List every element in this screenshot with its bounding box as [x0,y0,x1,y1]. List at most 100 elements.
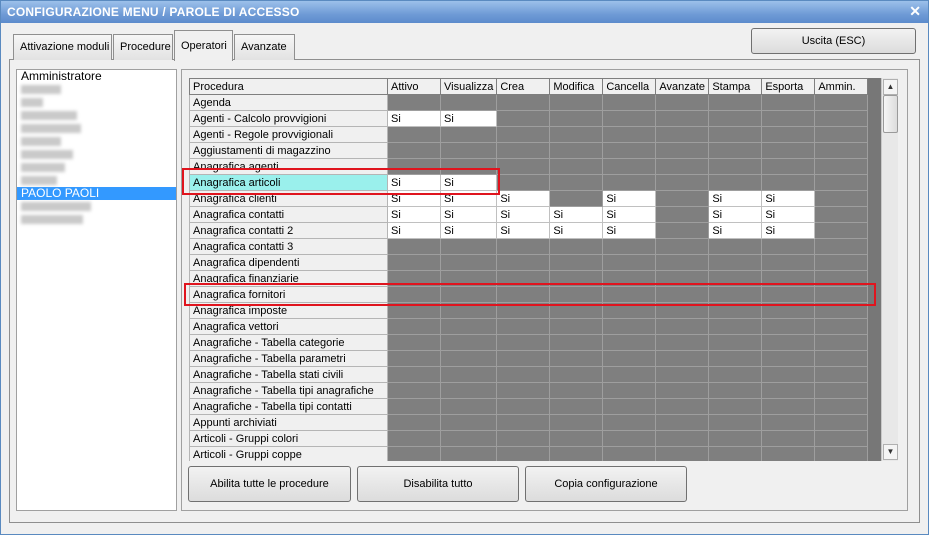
permission-cell[interactable] [496,430,551,447]
permission-cell[interactable]: Si [439,174,498,191]
procedure-cell[interactable]: Anagrafiche - Tabella parametri [189,350,388,367]
procedure-cell[interactable]: Anagrafiche - Tabella tipi contatti [189,398,388,415]
permission-cell[interactable] [496,350,551,367]
permission-cell[interactable]: Si [387,222,441,239]
permission-cell[interactable] [602,94,657,111]
permission-cell[interactable] [761,126,816,143]
permission-cell[interactable] [814,222,869,239]
permission-cell[interactable] [439,382,498,399]
permission-cell[interactable] [387,398,441,415]
permission-cell[interactable] [439,430,498,447]
permission-cell[interactable] [549,302,604,319]
permission-cell[interactable] [708,158,763,175]
permission-cell[interactable] [387,366,441,383]
procedure-cell[interactable]: Agenti - Regole provvigionali [189,126,388,143]
permission-cell[interactable] [761,382,816,399]
permission-cell[interactable] [814,446,869,461]
permission-cell[interactable] [655,350,710,367]
permission-cell[interactable] [549,94,604,111]
permission-cell[interactable]: Si [387,174,441,191]
permission-cell[interactable]: Si [708,190,763,207]
permission-cell[interactable] [655,446,710,461]
permission-cell[interactable] [387,350,441,367]
permission-cell[interactable] [602,414,657,431]
permission-cell[interactable] [496,238,551,255]
tab-procedure[interactable]: Procedure [113,34,173,60]
copy-config-button[interactable]: Copia configurazione [525,466,687,502]
permission-cell[interactable] [708,398,763,415]
permission-cell[interactable]: Si [602,222,657,239]
permission-cell[interactable] [496,398,551,415]
permission-cell[interactable] [655,430,710,447]
permission-cell[interactable] [549,334,604,351]
permission-cell[interactable]: Si [439,190,498,207]
permission-cell[interactable] [387,334,441,351]
permission-cell[interactable] [602,350,657,367]
permission-cell[interactable] [439,318,498,335]
permission-cell[interactable] [655,126,710,143]
operator-item[interactable]: Amministratore [17,70,176,83]
permission-cell[interactable] [814,286,869,303]
permission-cell[interactable]: Si [761,190,816,207]
permission-cell[interactable] [496,286,551,303]
permission-cell[interactable] [655,254,710,271]
procedure-cell[interactable]: Appunti archiviati [189,414,388,431]
permission-cell[interactable] [549,110,604,127]
permission-cell[interactable] [496,414,551,431]
permission-cell[interactable] [496,110,551,127]
permission-cell[interactable] [549,174,604,191]
permission-cell[interactable] [761,270,816,287]
procedure-cell[interactable]: Anagrafica dipendenti [189,254,388,271]
permission-cell[interactable] [496,254,551,271]
permission-cell[interactable] [439,270,498,287]
permission-cell[interactable] [708,238,763,255]
permission-cell[interactable] [602,174,657,191]
permission-cell[interactable] [708,302,763,319]
permission-cell[interactable] [602,158,657,175]
permission-cell[interactable] [814,238,869,255]
operator-item[interactable] [17,96,176,109]
permission-cell[interactable] [814,190,869,207]
permission-cell[interactable] [496,318,551,335]
permission-cell[interactable] [496,446,551,461]
operator-item[interactable]: PAOLO PAOLI [17,187,176,200]
grid-scrollbar[interactable]: ▲ ▼ [881,78,898,461]
permission-cell[interactable] [761,366,816,383]
permission-cell[interactable] [549,238,604,255]
permission-cell[interactable] [814,94,869,111]
permission-cell[interactable] [549,158,604,175]
operator-item[interactable] [17,213,176,226]
permission-cell[interactable] [602,302,657,319]
procedure-cell[interactable]: Anagrafiche - Tabella stati civili [189,366,388,383]
permission-cell[interactable] [761,302,816,319]
permission-cell[interactable] [761,142,816,159]
permission-cell[interactable] [387,270,441,287]
permission-cell[interactable] [387,142,441,159]
permission-cell[interactable] [602,238,657,255]
permission-cell[interactable] [549,430,604,447]
close-icon[interactable]: ✕ [909,3,921,20]
permission-cell[interactable] [655,110,710,127]
permission-cell[interactable] [549,382,604,399]
permission-cell[interactable] [496,334,551,351]
permission-cell[interactable] [387,302,441,319]
permission-cell[interactable] [708,350,763,367]
operator-item[interactable] [17,83,176,96]
procedure-cell[interactable]: Articoli - Gruppi colori [189,430,388,447]
permission-cell[interactable] [602,142,657,159]
permission-cell[interactable] [549,318,604,335]
scroll-down-icon[interactable]: ▼ [883,444,898,460]
permission-cell[interactable] [708,334,763,351]
permission-cell[interactable] [602,382,657,399]
permission-cell[interactable] [814,430,869,447]
permission-cell[interactable]: Si [496,190,551,207]
permission-cell[interactable] [439,350,498,367]
permission-cell[interactable] [496,126,551,143]
permission-cell[interactable] [761,94,816,111]
permission-cell[interactable]: Si [439,206,498,223]
permission-cell[interactable] [814,126,869,143]
permission-cell[interactable] [602,254,657,271]
permission-cell[interactable] [439,94,498,111]
procedure-cell[interactable]: Agenti - Calcolo provvigioni [189,110,388,127]
operator-list[interactable]: Amministratore PAOLO PAOLI [16,69,177,511]
